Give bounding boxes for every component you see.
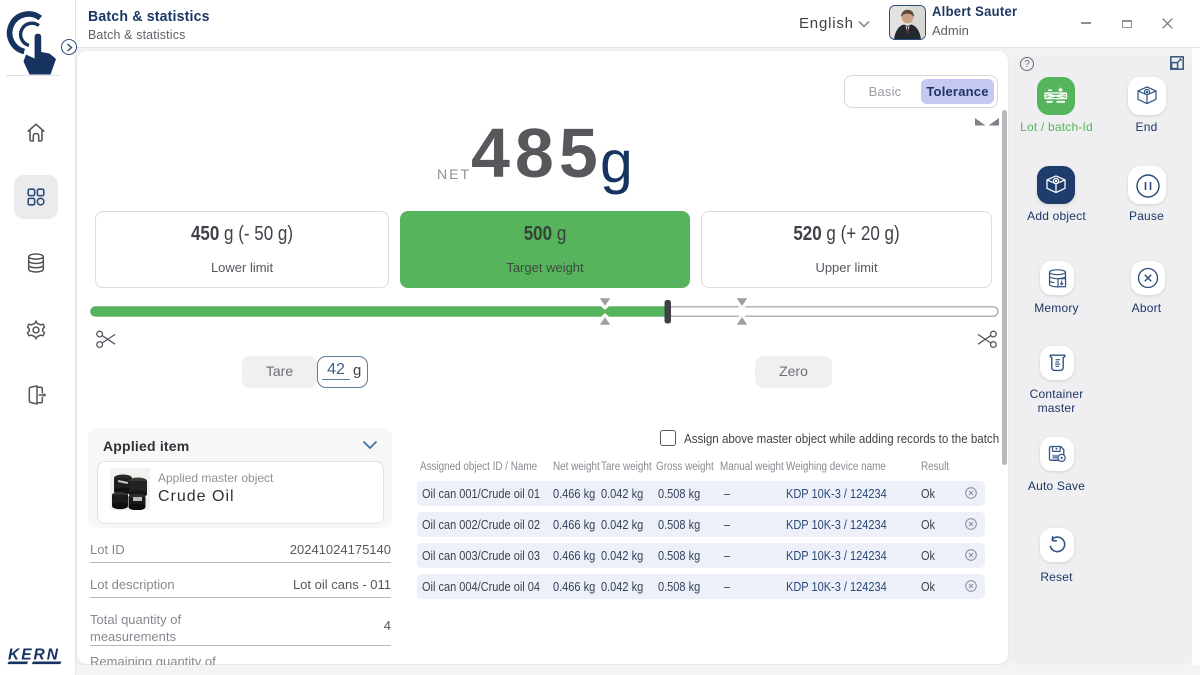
svg-text:KERN: KERN: [8, 647, 60, 664]
